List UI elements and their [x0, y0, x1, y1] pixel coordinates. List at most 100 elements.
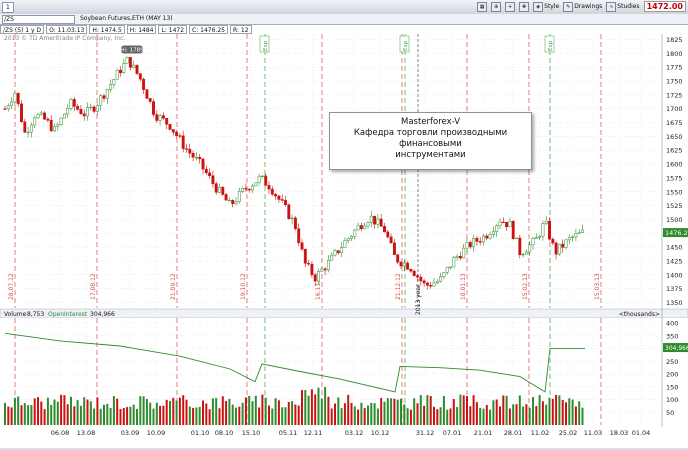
volume-bar — [132, 404, 135, 425]
volume-bar — [291, 401, 294, 425]
price-tick-label: 1600 — [666, 161, 683, 169]
volume-bar — [380, 397, 383, 425]
volume-bar — [17, 396, 20, 425]
crosshair-icon[interactable]: + — [505, 1, 516, 12]
volume-bar — [165, 399, 168, 425]
volume-bar — [297, 405, 300, 425]
candle-body — [541, 223, 545, 237]
candle-body — [515, 237, 518, 240]
volume-bar — [310, 389, 313, 425]
volume-bar — [172, 397, 175, 425]
volume-bar — [383, 401, 386, 425]
candle-body — [82, 113, 86, 117]
volume-tick-label: 250 — [666, 358, 678, 366]
candle-body — [303, 248, 307, 264]
candle-body — [511, 220, 515, 239]
candle-body — [310, 263, 314, 276]
candle-body — [76, 106, 80, 110]
volume-bar — [386, 398, 389, 425]
volume-bar — [66, 404, 69, 425]
volume-bar — [106, 403, 109, 425]
candle-body — [396, 254, 400, 263]
candle-body — [191, 152, 195, 158]
volume-bar — [357, 409, 360, 425]
candle-body — [323, 268, 327, 271]
volume-bar — [33, 398, 36, 425]
volume-tick-label: 350 — [666, 332, 678, 340]
candle-body — [465, 242, 469, 249]
exp-marker-label: Exp — [263, 40, 269, 51]
candle-body — [505, 222, 509, 227]
volume-bar — [83, 397, 86, 425]
volume-bar — [485, 404, 488, 425]
symbol-input[interactable]: /ZS — [2, 15, 75, 24]
grid-icon[interactable]: ▦ — [477, 1, 488, 12]
candle-body — [43, 112, 47, 120]
volume-tick-label: 50 — [666, 409, 674, 417]
studies-button[interactable]: ∿ Studies — [606, 1, 640, 12]
oi-badge-label: 304,966 — [665, 345, 688, 352]
candle-body — [231, 199, 235, 204]
red-vline-label: 19.10.12 — [240, 273, 247, 300]
price-tick-label: 1750 — [666, 78, 683, 86]
candle-body — [171, 129, 175, 133]
candle-body — [498, 221, 502, 226]
candle-body — [472, 238, 476, 248]
chart-area[interactable]: /ZS (5) 1 y D O: 11.03.13 H: 1474.5 H: 1… — [0, 25, 688, 448]
volume-bar — [545, 404, 548, 425]
candle-body — [165, 118, 169, 125]
volume-bar — [268, 405, 270, 425]
volume-bar — [129, 406, 132, 425]
volume-bar — [27, 405, 30, 425]
candle-body — [241, 188, 245, 192]
candle-body — [363, 225, 367, 230]
volume-bar — [578, 401, 581, 425]
volume-bar — [439, 407, 442, 425]
candle-body — [554, 242, 558, 255]
volume-bar — [192, 407, 195, 425]
candle-body — [175, 131, 179, 136]
volume-bar — [512, 404, 515, 425]
volume-bar — [225, 400, 228, 425]
volume-bar — [274, 398, 277, 425]
x-tick-label: 08.10 — [215, 429, 234, 437]
volume-bar — [109, 408, 112, 425]
candle-body — [528, 244, 532, 253]
volume-bar — [86, 399, 89, 425]
price-tick-label: 1800 — [666, 50, 683, 58]
candle-body — [234, 201, 238, 204]
candle-body — [10, 101, 14, 107]
style-button[interactable]: ◈ Style — [533, 1, 559, 12]
candle-body — [452, 257, 456, 268]
volume-bar — [304, 390, 307, 425]
candle-body — [488, 234, 492, 239]
drawings-button[interactable]: ✎ Drawings — [563, 1, 602, 12]
volume-bar — [452, 398, 455, 425]
volume-bar — [505, 395, 508, 425]
volume-bar — [390, 398, 393, 425]
volume-bar — [13, 397, 16, 425]
candle-body — [13, 92, 17, 103]
volume-bar — [522, 406, 525, 425]
pan-icon[interactable]: ✥ — [519, 1, 530, 12]
price-chart[interactable]: 1825 1800 1775 1750 1725 1700 1675 1650 1625 1600… — [0, 25, 688, 448]
study-label[interactable]: /ZS (5) 1 y D — [0, 25, 45, 34]
price-tick-label: 1400 — [666, 271, 683, 279]
x-tick-label: 03.09 — [121, 429, 140, 437]
candle-body — [198, 156, 202, 160]
volume-bar — [10, 407, 13, 425]
zoom-icon[interactable]: ⊕ — [491, 1, 502, 12]
volume-bar — [337, 397, 340, 425]
volume-bar — [287, 402, 290, 425]
volume-bar — [231, 404, 234, 425]
volume-bar — [565, 402, 567, 425]
candle-body — [102, 95, 106, 99]
annotation-box[interactable]: Masterforex-V Кафедра торговли производн… — [329, 112, 532, 170]
candle-body — [264, 175, 268, 186]
volume-bar — [99, 408, 102, 425]
candle-body — [145, 89, 149, 99]
volume-bar — [495, 399, 498, 425]
candle-body — [148, 98, 152, 102]
chart-number[interactable]: 1 — [2, 2, 14, 13]
candle-body — [366, 222, 370, 227]
